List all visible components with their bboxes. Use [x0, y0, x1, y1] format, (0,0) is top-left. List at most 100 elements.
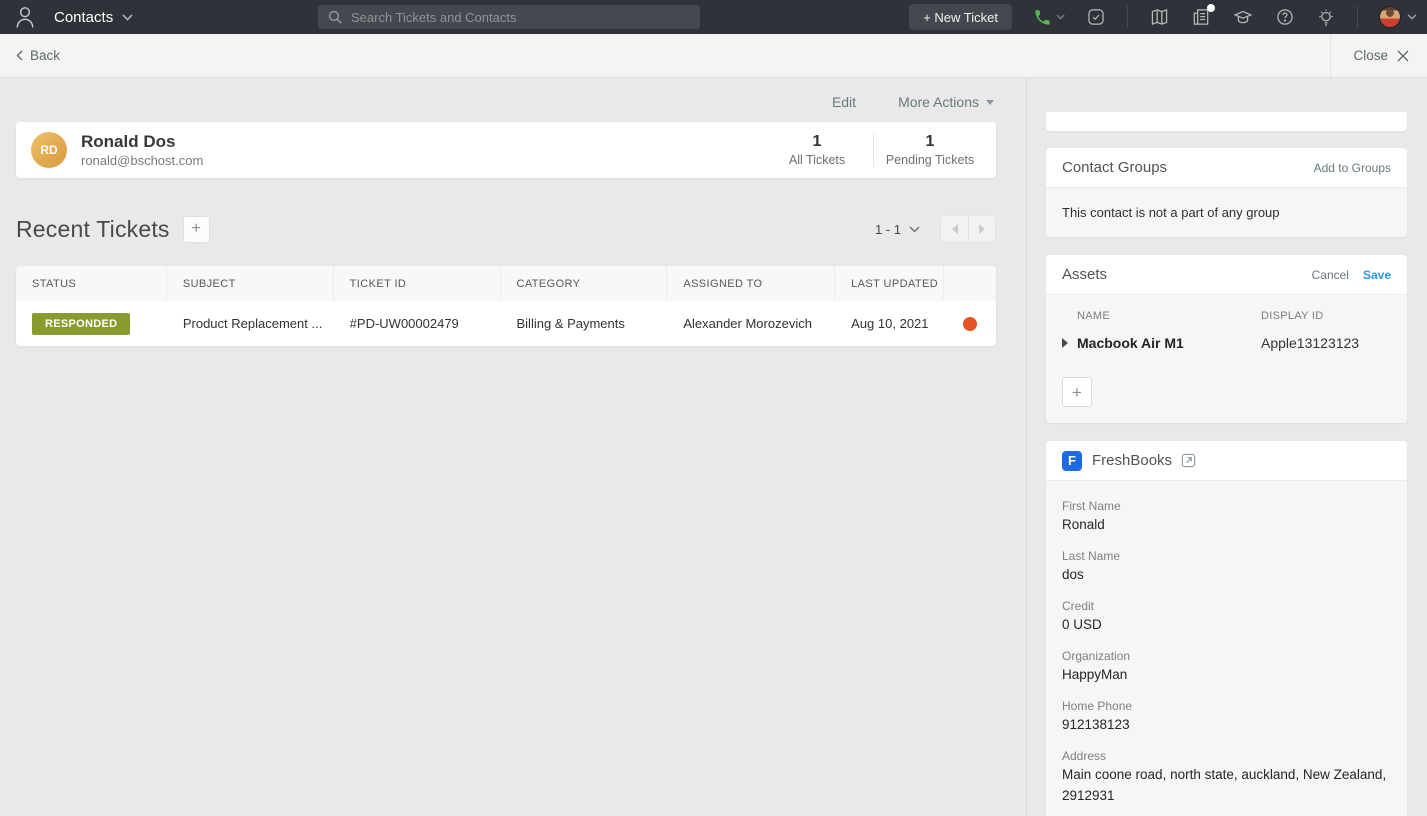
contact-summary-card: RD Ronald Dos ronald@bschost.com 1 All T…: [16, 122, 996, 178]
freshbooks-header: F FreshBooks: [1046, 441, 1407, 481]
freshbooks-field: Address Main coone road, north state, au…: [1062, 749, 1391, 807]
more-actions-button[interactable]: More Actions: [898, 94, 994, 110]
pagination-range[interactable]: 1 - 1: [875, 222, 901, 237]
academy-cap-icon[interactable]: [1232, 7, 1254, 27]
assets-save-button[interactable]: Save: [1363, 268, 1391, 282]
edit-button[interactable]: Edit: [832, 94, 856, 110]
help-icon[interactable]: [1275, 7, 1295, 27]
column-header-indicator: [944, 266, 996, 301]
contacts-module-button[interactable]: Contacts: [54, 9, 133, 26]
contact-groups-card: Contact Groups Add to Groups This contac…: [1046, 148, 1407, 237]
content-area: Edit More Actions RD Ronald Dos ronald@b…: [0, 78, 1427, 816]
freshbooks-field: First Name Ronald: [1062, 499, 1391, 536]
avatar: RD: [31, 132, 67, 168]
activity-doc-icon[interactable]: [1191, 7, 1211, 27]
column-header-category: CATEGORY: [501, 266, 668, 301]
global-search[interactable]: [318, 5, 700, 29]
phone-menu[interactable]: [1033, 8, 1065, 27]
contact-groups-empty-text: This contact is not a part of any group: [1062, 205, 1280, 220]
add-to-groups-button[interactable]: Add to Groups: [1314, 161, 1391, 175]
ticket-id: #PD-UW00002479: [334, 316, 501, 331]
table-row[interactable]: RESPONDED Product Replacement ... #PD-UW…: [16, 301, 996, 346]
chevron-down-icon[interactable]: [909, 226, 920, 233]
next-page-button[interactable]: [968, 215, 996, 243]
freshbooks-title: FreshBooks: [1092, 452, 1172, 469]
table-header-row: STATUS SUBJECT TICKET ID CATEGORY ASSIGN…: [16, 266, 996, 301]
ticket-assigned-to: Alexander Morozevich: [667, 316, 835, 331]
column-header-subject: SUBJECT: [167, 266, 334, 301]
column-header-assigned-to: ASSIGNED TO: [667, 266, 835, 301]
status-badge: RESPONDED: [32, 313, 130, 335]
more-actions-label: More Actions: [898, 94, 979, 110]
field-label: Last Name: [1062, 549, 1391, 563]
field-label: Organization: [1062, 649, 1391, 663]
assets-card: Assets Cancel Save NAME DISPLAY ID Macbo…: [1046, 255, 1407, 423]
column-header-ticket-id: TICKET ID: [334, 266, 501, 301]
field-value: Main coone road, north state, auckland, …: [1062, 765, 1391, 807]
pager-buttons: [940, 215, 996, 243]
assets-header: Assets Cancel Save: [1046, 255, 1407, 295]
field-label: Credit: [1062, 599, 1391, 613]
column-header-last-updated: LAST UPDATED: [835, 266, 944, 301]
ticket-status-cell: RESPONDED: [16, 313, 167, 335]
recent-tickets-title: Recent Tickets: [16, 216, 170, 243]
whats-new-bulb-icon[interactable]: [1316, 7, 1336, 28]
external-link-icon[interactable]: [1181, 453, 1196, 468]
field-value: 0 USD: [1062, 615, 1391, 636]
contact-identity: Ronald Dos ronald@bschost.com: [81, 132, 203, 168]
close-button[interactable]: Close: [1330, 34, 1427, 77]
freshbooks-field: Organization HappyMan: [1062, 649, 1391, 686]
chevron-down-icon: [1407, 14, 1417, 20]
search-icon: [328, 10, 342, 24]
search-input[interactable]: [351, 10, 690, 25]
ticket-due-cell: [944, 317, 996, 331]
freshbooks-logo-icon: F: [1062, 451, 1082, 471]
subheader-bar: Back Close: [0, 34, 1427, 78]
stat-all-tickets[interactable]: 1 All Tickets: [761, 133, 873, 167]
todo-icon[interactable]: [1086, 7, 1106, 27]
phone-icon: [1033, 8, 1052, 27]
stat-pending-tickets[interactable]: 1 Pending Tickets: [874, 133, 986, 167]
assets-body: NAME DISPLAY ID Macbook Air M1 Apple1312…: [1046, 295, 1407, 423]
back-button[interactable]: Back: [16, 48, 60, 63]
asset-name: Macbook Air M1: [1077, 335, 1261, 351]
field-value: HappyMan: [1062, 665, 1391, 686]
freshbooks-field: Last Name dos: [1062, 549, 1391, 586]
profile-menu[interactable]: [1379, 6, 1417, 28]
prev-page-button[interactable]: [940, 215, 968, 243]
assets-cancel-button[interactable]: Cancel: [1312, 268, 1349, 282]
stat-value: 1: [761, 133, 873, 151]
module-label: Contacts: [54, 9, 113, 26]
ticket-last-updated: Aug 10, 2021: [835, 316, 944, 331]
assets-title: Assets: [1062, 266, 1107, 283]
solutions-map-icon[interactable]: [1149, 7, 1170, 27]
recent-tickets-header: Recent Tickets + 1 - 1: [16, 215, 996, 243]
close-label: Close: [1353, 48, 1388, 63]
freshbooks-body: First Name Ronald Last Name dos Credit 0…: [1046, 481, 1407, 816]
column-header-status: STATUS: [16, 266, 167, 301]
recent-tickets-table: STATUS SUBJECT TICKET ID CATEGORY ASSIGN…: [16, 266, 996, 346]
close-icon: [1397, 50, 1409, 62]
expand-caret-icon[interactable]: [1062, 338, 1068, 348]
navbar-actions: + New Ticket: [909, 4, 1417, 30]
ticket-category: Billing & Payments: [501, 316, 668, 331]
arrow-left-icon: [952, 224, 958, 234]
chevron-down-icon: [122, 14, 133, 21]
top-navbar: Contacts + New Ticket: [0, 0, 1427, 34]
main-column: Edit More Actions RD Ronald Dos ronald@b…: [0, 78, 1027, 816]
freshdesk-logo-icon[interactable]: [12, 4, 38, 30]
ticket-subject[interactable]: Product Replacement ...: [167, 316, 334, 331]
freshbooks-card: F FreshBooks First Name Ronald Last Name…: [1046, 441, 1407, 816]
field-value: dos: [1062, 565, 1391, 586]
assets-column-name: NAME: [1077, 310, 1261, 322]
field-label: First Name: [1062, 499, 1391, 513]
arrow-right-icon: [979, 224, 985, 234]
freshbooks-field: Credit 0 USD: [1062, 599, 1391, 636]
chevron-down-icon: [986, 100, 994, 105]
asset-row[interactable]: Macbook Air M1 Apple13123123: [1062, 335, 1391, 351]
add-asset-button[interactable]: +: [1062, 377, 1092, 407]
new-ticket-button[interactable]: + New Ticket: [909, 4, 1012, 30]
notification-dot: [1207, 4, 1215, 12]
contact-email: ronald@bschost.com: [81, 153, 203, 168]
add-ticket-button[interactable]: +: [183, 216, 210, 243]
